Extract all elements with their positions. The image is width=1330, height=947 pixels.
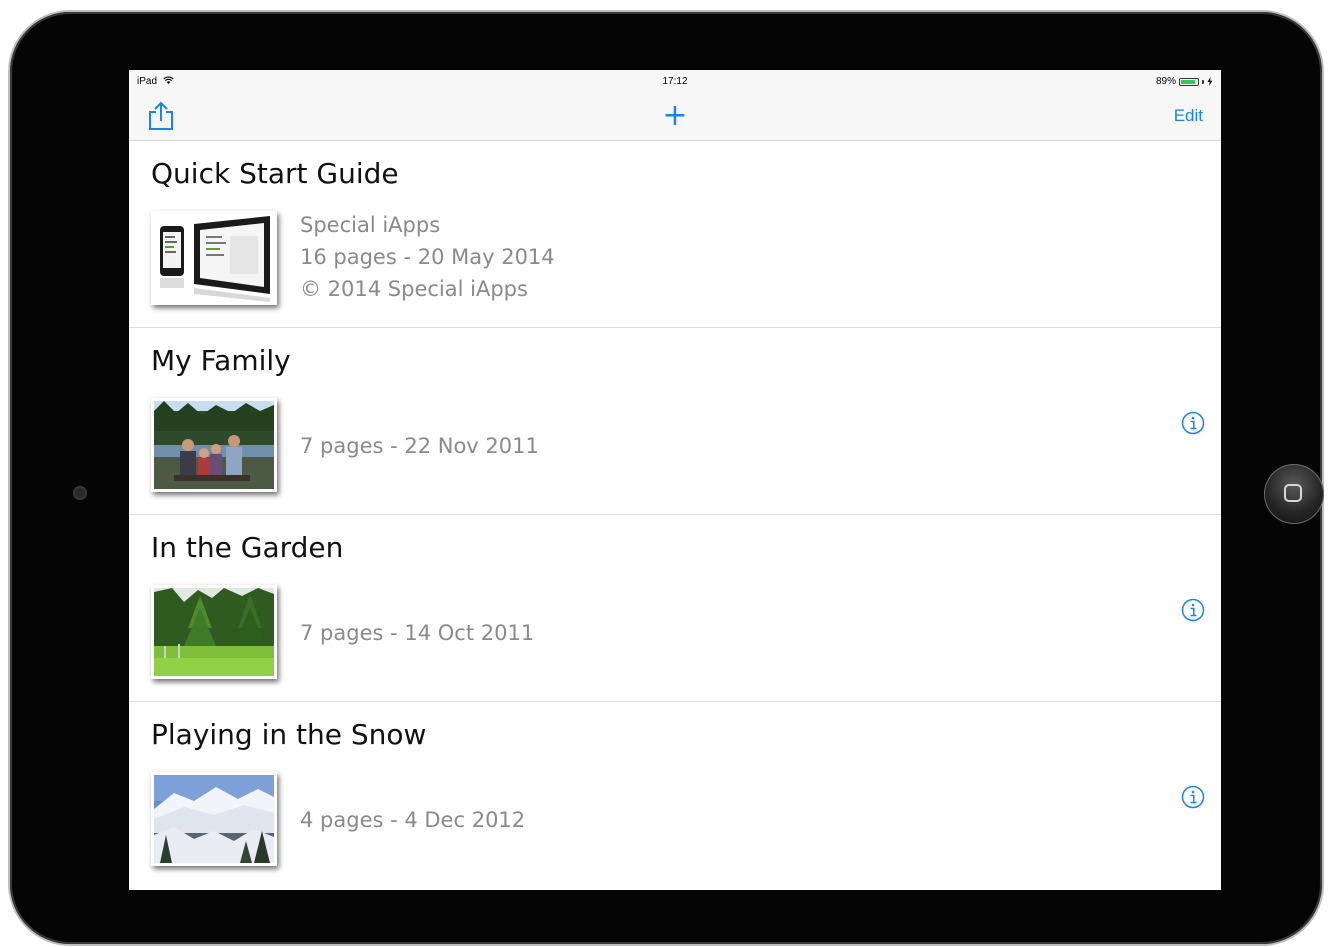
book-row-in-the-garden[interactable]: In the Garden 7 pages - 14 Oct 2011 bbox=[129, 515, 1221, 702]
info-icon bbox=[1181, 598, 1205, 622]
book-meta: 7 pages - 14 Oct 2011 bbox=[300, 617, 534, 649]
book-row-my-family[interactable]: My Family 7 pages - 22 Nov 2011 bbox=[129, 328, 1221, 515]
home-square-icon bbox=[1284, 484, 1302, 502]
snow-photo-image bbox=[154, 775, 274, 863]
battery-tip bbox=[1202, 79, 1204, 84]
book-title: Quick Start Guide bbox=[151, 157, 399, 190]
book-pages-date: 16 pages - 20 May 2014 bbox=[300, 245, 555, 269]
book-row-playing-in-the-snow[interactable]: Playing in the Snow 4 pages - 4 Dec 2012 bbox=[129, 702, 1221, 888]
battery-icon bbox=[1179, 77, 1199, 86]
book-cover-thumbnail bbox=[151, 585, 277, 679]
family-photo-image bbox=[154, 401, 274, 489]
battery-percent: 89% bbox=[1155, 76, 1176, 87]
share-icon bbox=[149, 101, 173, 130]
info-icon bbox=[1181, 411, 1205, 435]
book-meta: 4 pages - 4 Dec 2012 bbox=[300, 804, 525, 836]
book-author: Special iApps bbox=[300, 213, 441, 237]
status-time: 17:12 bbox=[662, 76, 688, 87]
front-camera bbox=[73, 486, 87, 500]
book-list: Quick Start Guide Special iApps 16 pages… bbox=[129, 141, 1221, 888]
devices-cover-image bbox=[154, 214, 274, 302]
book-row-quick-start-guide[interactable]: Quick Start Guide Special iApps 16 pages… bbox=[129, 141, 1221, 328]
book-pages-date: 7 pages - 22 Nov 2011 bbox=[300, 434, 539, 458]
book-cover-thumbnail bbox=[151, 772, 277, 866]
navigation-bar: + Edit bbox=[129, 92, 1221, 141]
info-icon bbox=[1181, 785, 1205, 809]
edit-button[interactable]: Edit bbox=[1174, 106, 1203, 126]
book-cover-thumbnail bbox=[151, 398, 277, 492]
info-button[interactable] bbox=[1181, 598, 1205, 622]
book-cover-thumbnail bbox=[151, 211, 277, 305]
add-book-button[interactable]: + bbox=[659, 100, 691, 132]
app-screen: iPad 17:12 89% + Edit Quick Start Guide … bbox=[129, 70, 1221, 890]
share-button[interactable] bbox=[147, 101, 175, 131]
battery-fill bbox=[1181, 79, 1196, 84]
book-meta: Special iApps 16 pages - 20 May 2014 © 2… bbox=[300, 209, 555, 305]
info-button[interactable] bbox=[1181, 785, 1205, 809]
info-button[interactable] bbox=[1181, 411, 1205, 435]
book-meta: 7 pages - 22 Nov 2011 bbox=[300, 430, 539, 462]
book-title: Playing in the Snow bbox=[151, 718, 427, 751]
status-battery: 89% bbox=[1156, 76, 1213, 87]
home-button[interactable] bbox=[1264, 464, 1324, 524]
status-bar: iPad 17:12 89% bbox=[129, 70, 1221, 92]
book-copyright: © 2014 Special iApps bbox=[300, 277, 528, 301]
garden-photo-image bbox=[154, 588, 274, 676]
book-pages-date: 4 pages - 4 Dec 2012 bbox=[300, 808, 526, 832]
charging-icon bbox=[1207, 77, 1213, 86]
book-title: In the Garden bbox=[151, 531, 344, 564]
book-title: My Family bbox=[151, 344, 291, 377]
book-pages-date: 7 pages - 14 Oct 2011 bbox=[300, 621, 535, 645]
